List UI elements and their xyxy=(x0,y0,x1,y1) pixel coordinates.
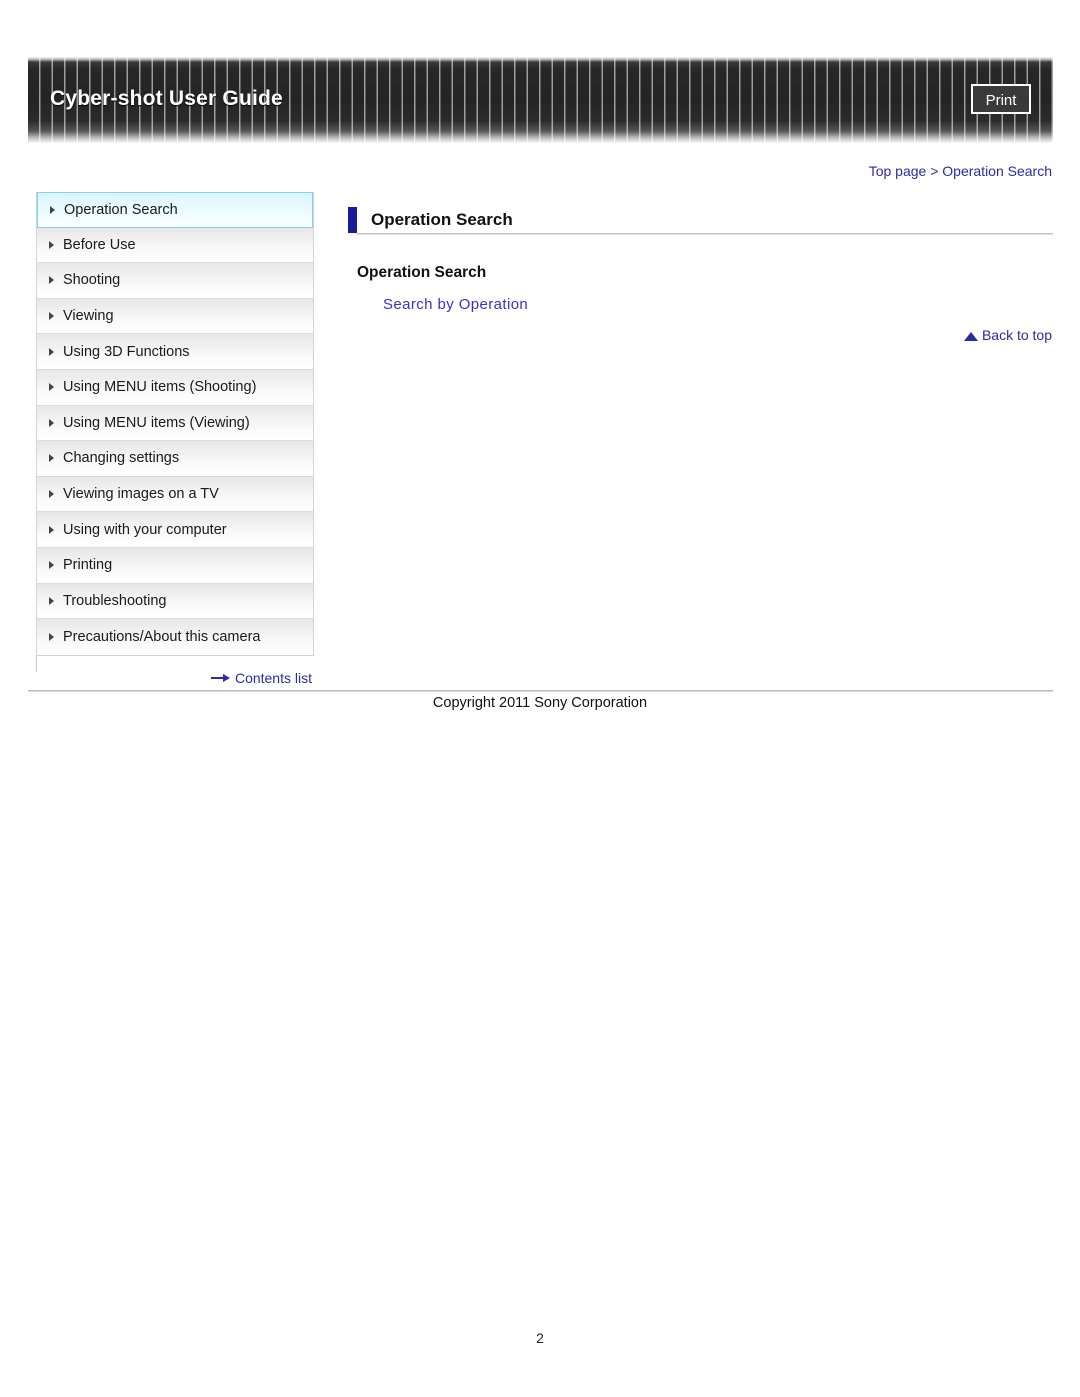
sidebar-item-label: Operation Search xyxy=(64,201,178,218)
sidebar: Operation Search Before Use Shooting Vie… xyxy=(36,192,314,672)
chevron-right-icon xyxy=(49,240,54,249)
back-to-top-link[interactable]: Back to top xyxy=(963,327,1052,343)
section-title: Operation Search xyxy=(371,210,513,229)
triangle-up-icon xyxy=(963,331,978,341)
sidebar-item-label: Viewing xyxy=(63,308,114,325)
chevron-right-icon xyxy=(49,312,54,321)
sidebar-item-printing[interactable]: Printing xyxy=(37,547,313,584)
sidebar-item-troubleshooting[interactable]: Troubleshooting xyxy=(37,583,313,620)
sidebar-item-label: Printing xyxy=(63,557,113,574)
sidebar-nav-list: Operation Search Before Use Shooting Vie… xyxy=(36,192,314,656)
sub-heading: Operation Search xyxy=(357,264,487,281)
sidebar-item-using-menu-items-shooting[interactable]: Using MENU items (Shooting) xyxy=(37,369,313,406)
chevron-right-icon xyxy=(49,596,54,605)
sidebar-item-before-use[interactable]: Before Use xyxy=(37,227,313,264)
sidebar-item-label: Using MENU items (Viewing) xyxy=(63,414,250,431)
sidebar-item-using-3d-functions[interactable]: Using 3D Functions xyxy=(37,334,313,370)
chevron-right-icon xyxy=(49,490,54,499)
print-button[interactable]: Print xyxy=(971,84,1031,114)
accent-bar xyxy=(348,207,357,233)
sidebar-item-using-with-your-computer[interactable]: Using with your computer xyxy=(37,512,313,548)
chevron-right-icon xyxy=(49,525,54,534)
chevron-right-icon xyxy=(49,418,54,427)
chevron-right-icon xyxy=(49,383,54,392)
chevron-right-icon xyxy=(49,454,54,463)
sidebar-item-changing-settings[interactable]: Changing settings xyxy=(37,441,313,477)
chevron-right-icon xyxy=(49,632,54,641)
contents-list-row: Contents list xyxy=(36,670,314,688)
sidebar-item-viewing[interactable]: Viewing xyxy=(37,298,313,335)
breadcrumb[interactable]: Top page > Operation Search xyxy=(869,163,1052,179)
page-number: 2 xyxy=(536,1330,544,1346)
sidebar-item-label: Using with your computer xyxy=(63,521,227,538)
page-root: Cyber-shot User Guide Print Top page > O… xyxy=(0,0,1080,1397)
section-heading: Operation Search xyxy=(348,205,1053,235)
back-to-top-label: Back to top xyxy=(981,327,1052,343)
sidebar-item-label: Precautions/About this camera xyxy=(63,628,261,645)
sidebar-item-label: Changing settings xyxy=(63,450,180,467)
contents-list-link[interactable]: Contents list xyxy=(210,670,312,686)
sidebar-item-operation-search[interactable]: Operation Search xyxy=(37,192,313,228)
copyright-text: Copyright 2011 Sony Corporation xyxy=(432,695,648,711)
sidebar-item-label: Troubleshooting xyxy=(63,592,167,609)
sidebar-item-label: Using MENU items (Shooting) xyxy=(63,379,257,396)
section-divider xyxy=(357,233,1053,235)
search-by-operation-link[interactable]: Search by Operation xyxy=(383,296,528,313)
page-title: Cyber-shot User Guide xyxy=(50,87,283,110)
sidebar-item-label: Shooting xyxy=(63,272,121,289)
sidebar-item-label: Viewing images on a TV xyxy=(63,486,219,503)
header-banner: Cyber-shot User Guide Print xyxy=(28,57,1053,143)
main-content: Operation Search xyxy=(348,205,1053,235)
contents-list-label: Contents list xyxy=(234,670,312,686)
arrow-right-icon xyxy=(210,673,231,683)
chevron-right-icon xyxy=(49,276,54,285)
sidebar-item-label: Before Use xyxy=(63,236,136,253)
chevron-right-icon xyxy=(49,347,54,356)
sidebar-item-label: Using 3D Functions xyxy=(63,343,190,360)
sidebar-item-viewing-images-on-a-tv[interactable]: Viewing images on a TV xyxy=(37,476,313,513)
chevron-right-icon xyxy=(49,561,54,570)
footer-divider xyxy=(28,690,1053,692)
sidebar-item-using-menu-items-viewing[interactable]: Using MENU items (Viewing) xyxy=(37,405,313,442)
chevron-right-icon xyxy=(50,205,55,214)
sidebar-item-shooting[interactable]: Shooting xyxy=(37,263,313,299)
sidebar-item-precautions-about-this-camera[interactable]: Precautions/About this camera xyxy=(37,619,313,655)
